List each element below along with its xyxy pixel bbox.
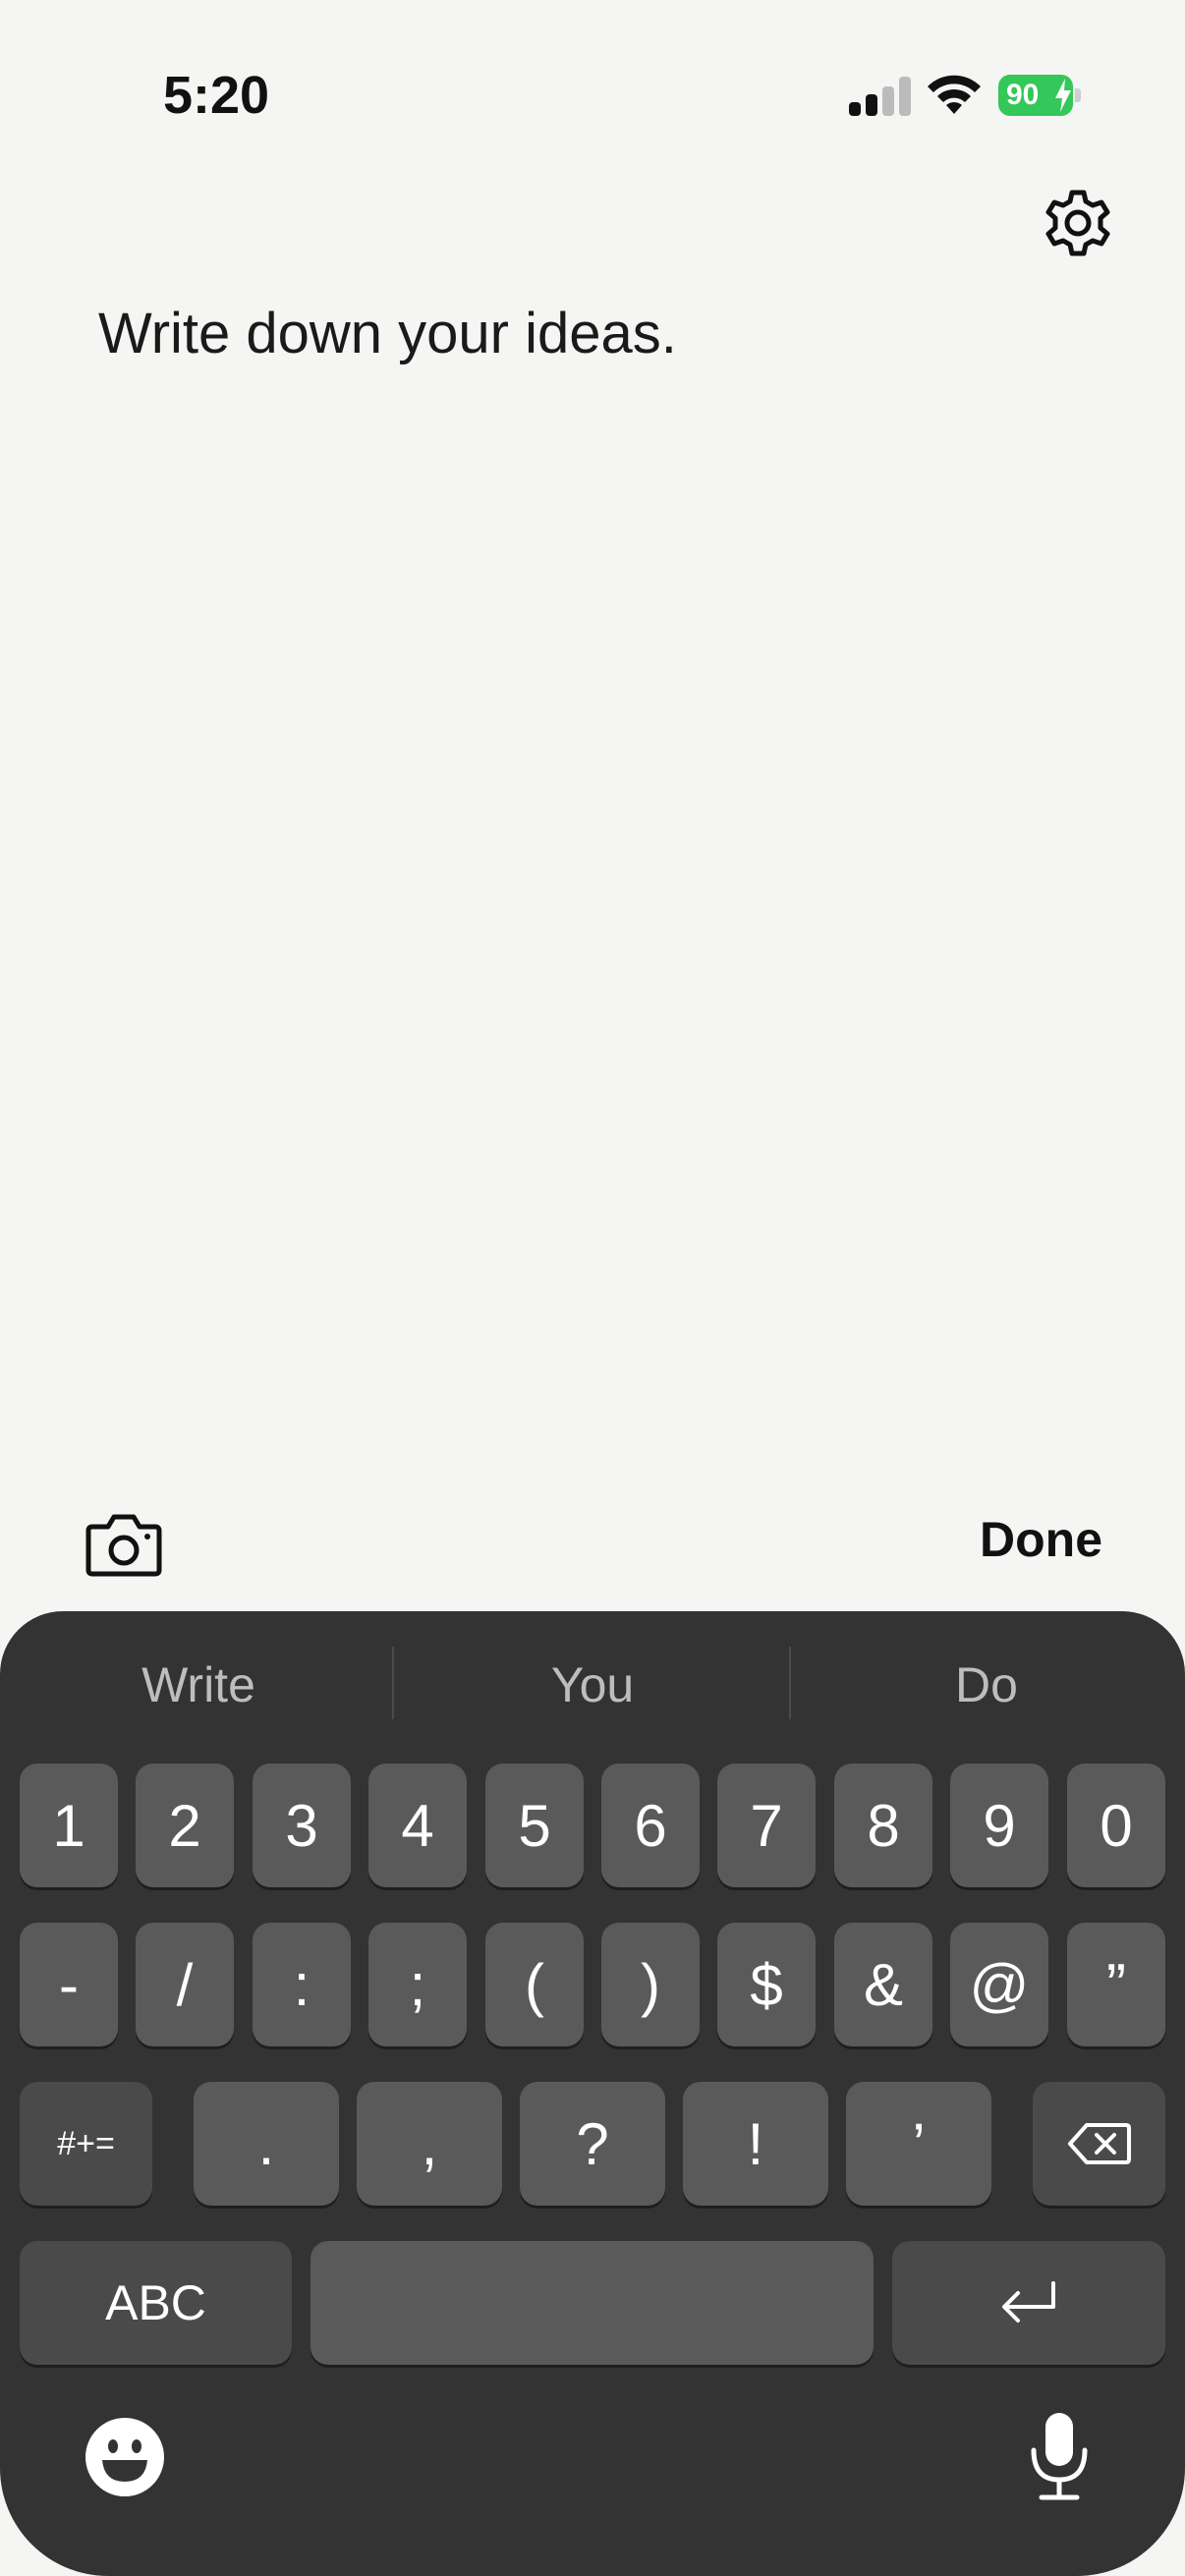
key-comma[interactable]: , [357, 2082, 502, 2206]
key-dollar[interactable]: $ [717, 1923, 816, 2046]
key-4[interactable]: 4 [368, 1764, 467, 1887]
key-3[interactable]: 3 [253, 1764, 351, 1887]
key-apostrophe[interactable]: ’ [846, 2082, 991, 2206]
abc-key[interactable]: ABC [20, 2241, 292, 2365]
delete-key[interactable] [1033, 2082, 1165, 2206]
key-8[interactable]: 8 [834, 1764, 932, 1887]
return-icon [1002, 2281, 1055, 2323]
key-2[interactable]: 2 [136, 1764, 234, 1887]
key-ampersand[interactable]: & [834, 1923, 932, 2046]
battery-level: 90 [1006, 79, 1040, 111]
backspace-icon [1067, 2123, 1131, 2164]
status-time: 5:20 [163, 66, 270, 125]
key-hyphen[interactable]: - [20, 1923, 118, 2046]
key-open-paren[interactable]: ( [485, 1923, 584, 2046]
suggestion-3[interactable]: Do [790, 1656, 1183, 1713]
settings-gear-icon[interactable] [1042, 187, 1114, 259]
key-6[interactable]: 6 [601, 1764, 700, 1887]
key-5[interactable]: 5 [485, 1764, 584, 1887]
key-question[interactable]: ? [520, 2082, 665, 2206]
key-slash[interactable]: / [136, 1923, 234, 2046]
suggestion-2[interactable]: You [396, 1656, 789, 1713]
key-at[interactable]: @ [950, 1923, 1048, 2046]
cellular-signal-icon [849, 77, 912, 116]
keyboard-accessory-bar: Done [0, 1493, 1185, 1611]
key-close-paren[interactable]: ) [601, 1923, 700, 2046]
done-button[interactable]: Done [980, 1511, 1102, 1568]
key-0[interactable]: 0 [1067, 1764, 1165, 1887]
key-quote[interactable]: ” [1067, 1923, 1165, 2046]
note-input[interactable]: Write down your ideas. [98, 301, 677, 366]
suggestion-1[interactable]: Write [2, 1656, 395, 1713]
camera-icon[interactable] [85, 1513, 163, 1578]
key-period[interactable]: . [194, 2082, 339, 2206]
charging-bolt-icon [1055, 79, 1071, 112]
more-symbols-key[interactable]: #+= [20, 2082, 152, 2206]
key-1[interactable]: 1 [20, 1764, 118, 1887]
return-key[interactable] [892, 2241, 1165, 2365]
status-bar: 5:20 90 [0, 0, 1185, 177]
keyboard: Write You Do 1 2 3 4 5 6 7 8 9 0 - / : ;… [0, 1611, 1185, 2576]
key-9[interactable]: 9 [950, 1764, 1048, 1887]
predictive-bar: Write You Do [0, 1611, 1185, 1759]
wifi-icon [928, 75, 981, 114]
microphone-icon[interactable] [1028, 2411, 1091, 2501]
emoji-icon[interactable] [85, 2417, 165, 2497]
key-colon[interactable]: : [253, 1923, 351, 2046]
key-7[interactable]: 7 [717, 1764, 816, 1887]
battery-icon: 90 [998, 75, 1081, 116]
key-exclamation[interactable]: ! [683, 2082, 828, 2206]
key-semicolon[interactable]: ; [368, 1923, 467, 2046]
space-key[interactable] [310, 2241, 874, 2365]
